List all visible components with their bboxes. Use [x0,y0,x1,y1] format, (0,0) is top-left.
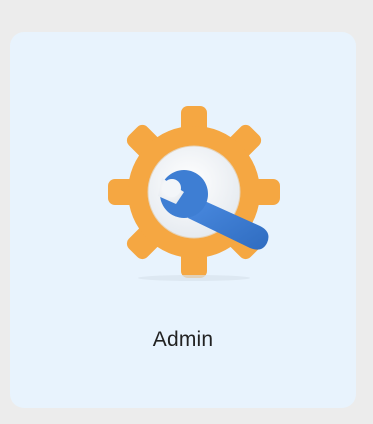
admin-tile-label: Admin [152,328,214,351]
page: Admin [0,0,373,424]
admin-tile[interactable]: Admin [10,32,356,408]
admin-gear-wrench-icon [102,100,286,284]
